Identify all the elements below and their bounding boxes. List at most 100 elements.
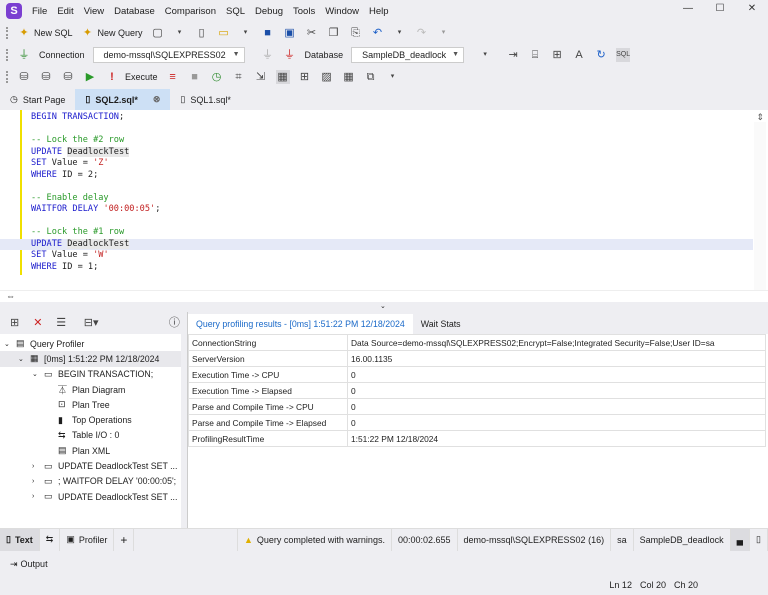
layout-single-button[interactable]: ▯ <box>750 528 768 551</box>
format-icon[interactable]: ⇥ <box>506 48 520 62</box>
explain-icon[interactable]: ⌗ <box>232 70 246 84</box>
tree-item[interactable]: ▤ Plan XML <box>0 443 181 458</box>
open-folder-icon[interactable]: ▭ <box>217 26 231 40</box>
execute-current-icon[interactable]: ≡ <box>166 70 180 84</box>
tab-sql1-sql-[interactable]: ▯ SQL1.sql* <box>170 89 240 110</box>
redo-icon[interactable]: ↷ <box>415 26 429 40</box>
delete-icon[interactable]: ✕ <box>31 316 44 330</box>
tree-item[interactable]: ⊡ Plan Tree <box>0 397 181 412</box>
split-horizontal-icon[interactable]: ⇔ <box>6 291 15 301</box>
profiler-toggle-icon[interactable]: ▦ <box>275 70 290 84</box>
minimize-button[interactable]: — <box>680 3 696 19</box>
expand-icon[interactable]: ⌄ <box>4 340 16 348</box>
run-icon[interactable]: ▶ <box>83 70 97 84</box>
chevron-down-icon[interactable]: ⌄ <box>380 302 386 310</box>
close-tab-icon[interactable]: ⊗ <box>153 94 161 105</box>
misc-icon[interactable]: ⧉ <box>364 70 378 84</box>
toolbar-grip[interactable] <box>6 49 9 61</box>
menu-item-edit[interactable]: Edit <box>57 6 73 17</box>
new-query-button[interactable]: ✦ New Query <box>81 26 143 40</box>
menu-item-debug[interactable]: Debug <box>255 6 283 17</box>
menu-item-tools[interactable]: Tools <box>293 6 315 17</box>
copy-icon[interactable]: ❐ <box>327 26 341 40</box>
save-icon[interactable]: ■ <box>261 26 275 40</box>
execute-button[interactable]: ! Execute <box>105 70 157 84</box>
new-connection-icon[interactable]: ⏚ <box>17 48 31 62</box>
dropdown-icon[interactable]: ▾ <box>239 26 253 40</box>
expand-icon[interactable]: ⌄ <box>18 355 30 363</box>
add-session-icon[interactable]: ⊞ <box>8 316 21 330</box>
add-tab-button[interactable]: + <box>114 528 135 551</box>
stop-icon[interactable]: ■ <box>188 70 202 84</box>
dropdown-icon[interactable]: ▾ <box>386 70 400 84</box>
comment-icon[interactable]: ⌸ <box>528 48 542 62</box>
close-button[interactable]: ✕ <box>744 3 760 19</box>
tab-start-page[interactable]: ◷ Start Page <box>0 89 75 110</box>
menu-item-help[interactable]: Help <box>369 6 389 17</box>
menu-item-comparison[interactable]: Comparison <box>165 6 216 17</box>
tab-sql2-sql-[interactable]: ▯ SQL2.sql* ⊗ <box>75 89 171 110</box>
expand-icon[interactable]: › <box>32 478 44 485</box>
database-check-icon[interactable]: ⛁ <box>61 70 75 84</box>
disconnect-icon[interactable]: ⏚ <box>283 48 297 62</box>
database-refresh-icon[interactable]: ⛁ <box>39 70 53 84</box>
output-button[interactable]: ⇥ Output <box>10 559 48 570</box>
history-icon[interactable]: ◷ <box>210 70 224 84</box>
tree-root[interactable]: ⌄ ▤ Query Profiler <box>0 336 181 351</box>
undo-icon[interactable]: ↶ <box>371 26 385 40</box>
menu-item-view[interactable]: View <box>84 6 104 17</box>
tree-statement[interactable]: › ▭ UPDATE DeadlockTest SET ... <box>0 458 181 473</box>
expand-icon[interactable]: ⌄ <box>32 370 44 378</box>
database-select[interactable]: SampleDB_deadlock ▼ <box>351 47 465 63</box>
plug-icon[interactable]: ⏚ <box>261 48 275 62</box>
paste-icon[interactable]: ⎘ <box>349 26 363 40</box>
new-document-icon[interactable]: ▢ <box>151 26 165 40</box>
grid-icon[interactable]: ▦ <box>342 70 356 84</box>
chart-icon[interactable]: ▨ <box>320 70 334 84</box>
menu-item-window[interactable]: Window <box>325 6 359 17</box>
text-tab[interactable]: ▯ Text <box>0 528 40 551</box>
refresh-icon[interactable]: ↻ <box>594 48 608 62</box>
results-tab-1[interactable]: Wait Stats <box>413 314 469 334</box>
swap-button[interactable]: ⇆ <box>40 528 61 551</box>
layout-bottom-button[interactable]: ▄ <box>730 528 751 551</box>
dropdown-icon[interactable]: ▾ <box>437 26 451 40</box>
new-file-icon[interactable]: ▯ <box>195 26 209 40</box>
tree-statement[interactable]: › ▭ UPDATE DeadlockTest SET ... <box>0 489 181 504</box>
dropdown-icon[interactable]: ▾ <box>478 48 492 62</box>
toolbar-grip[interactable] <box>6 71 9 83</box>
toolbar-grip[interactable] <box>6 27 9 39</box>
tree-item[interactable]: ▮ Top Operations <box>0 412 181 427</box>
cut-icon[interactable]: ✂ <box>305 26 319 40</box>
sql-mode-icon[interactable]: SQL <box>616 48 630 62</box>
expand-icon[interactable]: › <box>32 493 44 500</box>
tree-item[interactable]: ⇆ Table I/O : 0 <box>0 428 181 443</box>
export-icon[interactable]: ⇲ <box>254 70 268 84</box>
code-area[interactable]: BEGIN TRANSACTION; -- Lock the #2 row UPD… <box>0 112 753 273</box>
font-size-icon[interactable]: A <box>572 48 586 62</box>
panel-splitter[interactable]: ⌄ <box>0 302 768 312</box>
tree-statement[interactable]: › ▭ ; WAITFOR DELAY '00:00:05'; <box>0 474 181 489</box>
dropdown-icon[interactable]: ▾ <box>393 26 407 40</box>
outline-icon[interactable]: ⊞ <box>550 48 564 62</box>
menu-item-database[interactable]: Database <box>114 6 155 17</box>
menu-item-file[interactable]: File <box>32 6 47 17</box>
view-options-icon[interactable]: ⊟▾ <box>84 316 99 330</box>
expand-icon[interactable]: › <box>32 463 44 470</box>
database-icon[interactable]: ⛁ <box>17 70 31 84</box>
save-all-icon[interactable]: ▣ <box>283 26 297 40</box>
info-icon[interactable]: ⓘ <box>168 316 181 330</box>
sql-editor[interactable]: BEGIN TRANSACTION; -- Lock the #2 row UPD… <box>0 110 768 302</box>
results-tab-0[interactable]: Query profiling results - [0ms] 1:51:22 … <box>188 314 413 334</box>
connection-select[interactable]: demo-mssql\SQLEXPRESS02 ▼ <box>92 47 245 63</box>
vertical-scrollbar[interactable] <box>754 122 766 300</box>
tree-session[interactable]: ⌄ ▦ [0ms] 1:51:22 PM 12/18/2024 <box>0 351 181 367</box>
tree-item[interactable]: ⏄ Plan Diagram <box>0 382 181 397</box>
plan-icon[interactable]: ⊞ <box>298 70 312 84</box>
tree-statement[interactable]: ⌄ ▭ BEGIN TRANSACTION; <box>0 367 181 382</box>
dropdown-icon[interactable]: ▾ <box>173 26 187 40</box>
maximize-button[interactable]: ☐ <box>712 3 728 19</box>
compare-icon[interactable]: ☰ <box>55 316 68 330</box>
menu-item-sql[interactable]: SQL <box>226 6 245 17</box>
new-sql-button[interactable]: ✦ New SQL <box>17 26 72 40</box>
